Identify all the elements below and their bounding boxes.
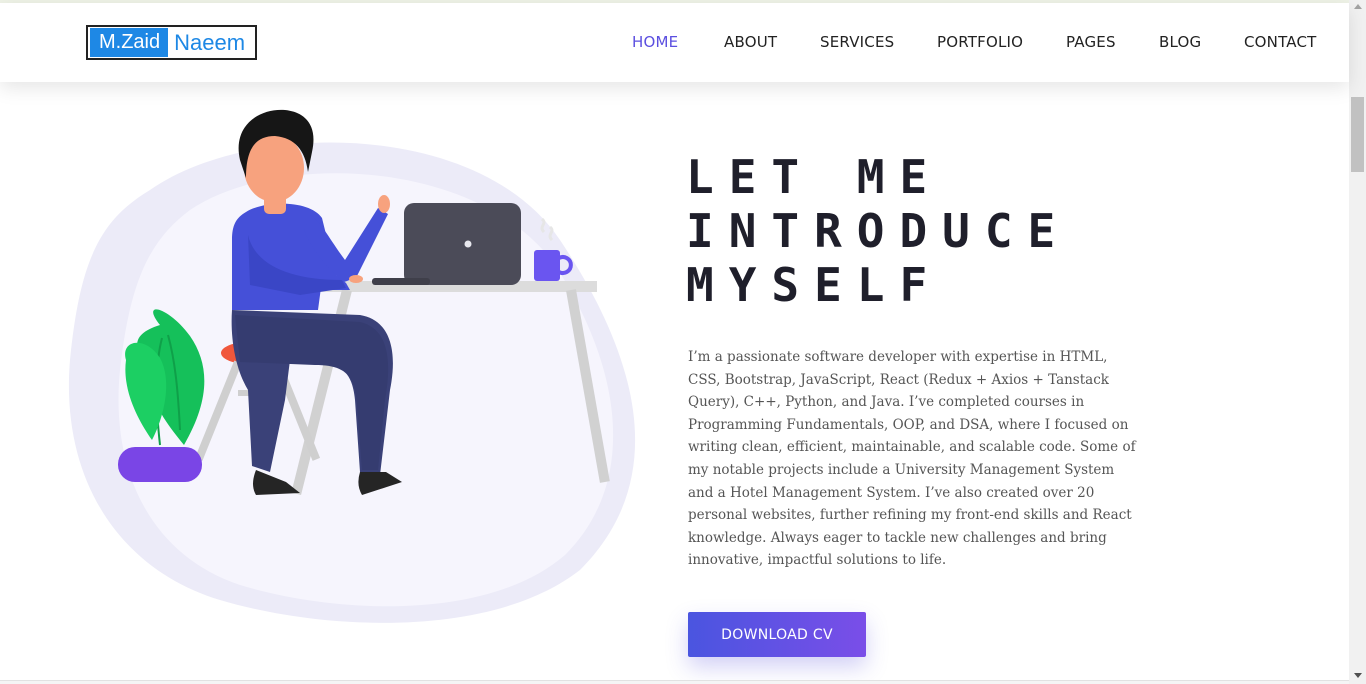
developer-at-desk-illustration <box>68 109 636 623</box>
main-nav: HOME ABOUT SERVICES PORTFOLIO PAGES BLOG… <box>0 33 1349 55</box>
nav-pages[interactable]: PAGES <box>1066 33 1116 51</box>
hero-title-line: MYSELF <box>686 258 943 312</box>
scroll-thumb[interactable] <box>1351 97 1364 172</box>
vertical-scrollbar[interactable] <box>1349 0 1366 684</box>
download-cv-button[interactable]: DOWNLOAD CV <box>688 612 866 657</box>
nav-home[interactable]: HOME <box>632 33 678 51</box>
navbar: M.Zaid Naeem HOME ABOUT SERVICES PORTFOL… <box>0 3 1349 82</box>
nav-contact[interactable]: CONTACT <box>1244 33 1317 51</box>
nav-portfolio[interactable]: PORTFOLIO <box>937 33 1023 51</box>
nav-blog[interactable]: BLOG <box>1159 33 1201 51</box>
scroll-up-arrow-icon[interactable] <box>1354 4 1362 9</box>
hero-title-line: INTRODUCE <box>686 204 1071 258</box>
scroll-down-arrow-icon[interactable] <box>1354 673 1362 678</box>
hero-description: I’m a passionate software developer with… <box>688 349 1136 569</box>
nav-services[interactable]: SERVICES <box>820 33 894 51</box>
nav-about[interactable]: ABOUT <box>724 33 777 51</box>
next-section-edge <box>0 680 1349 684</box>
hero-title-line: LET ME <box>686 150 943 204</box>
hero-title: LET ME INTRODUCE MYSELF <box>686 150 1206 312</box>
